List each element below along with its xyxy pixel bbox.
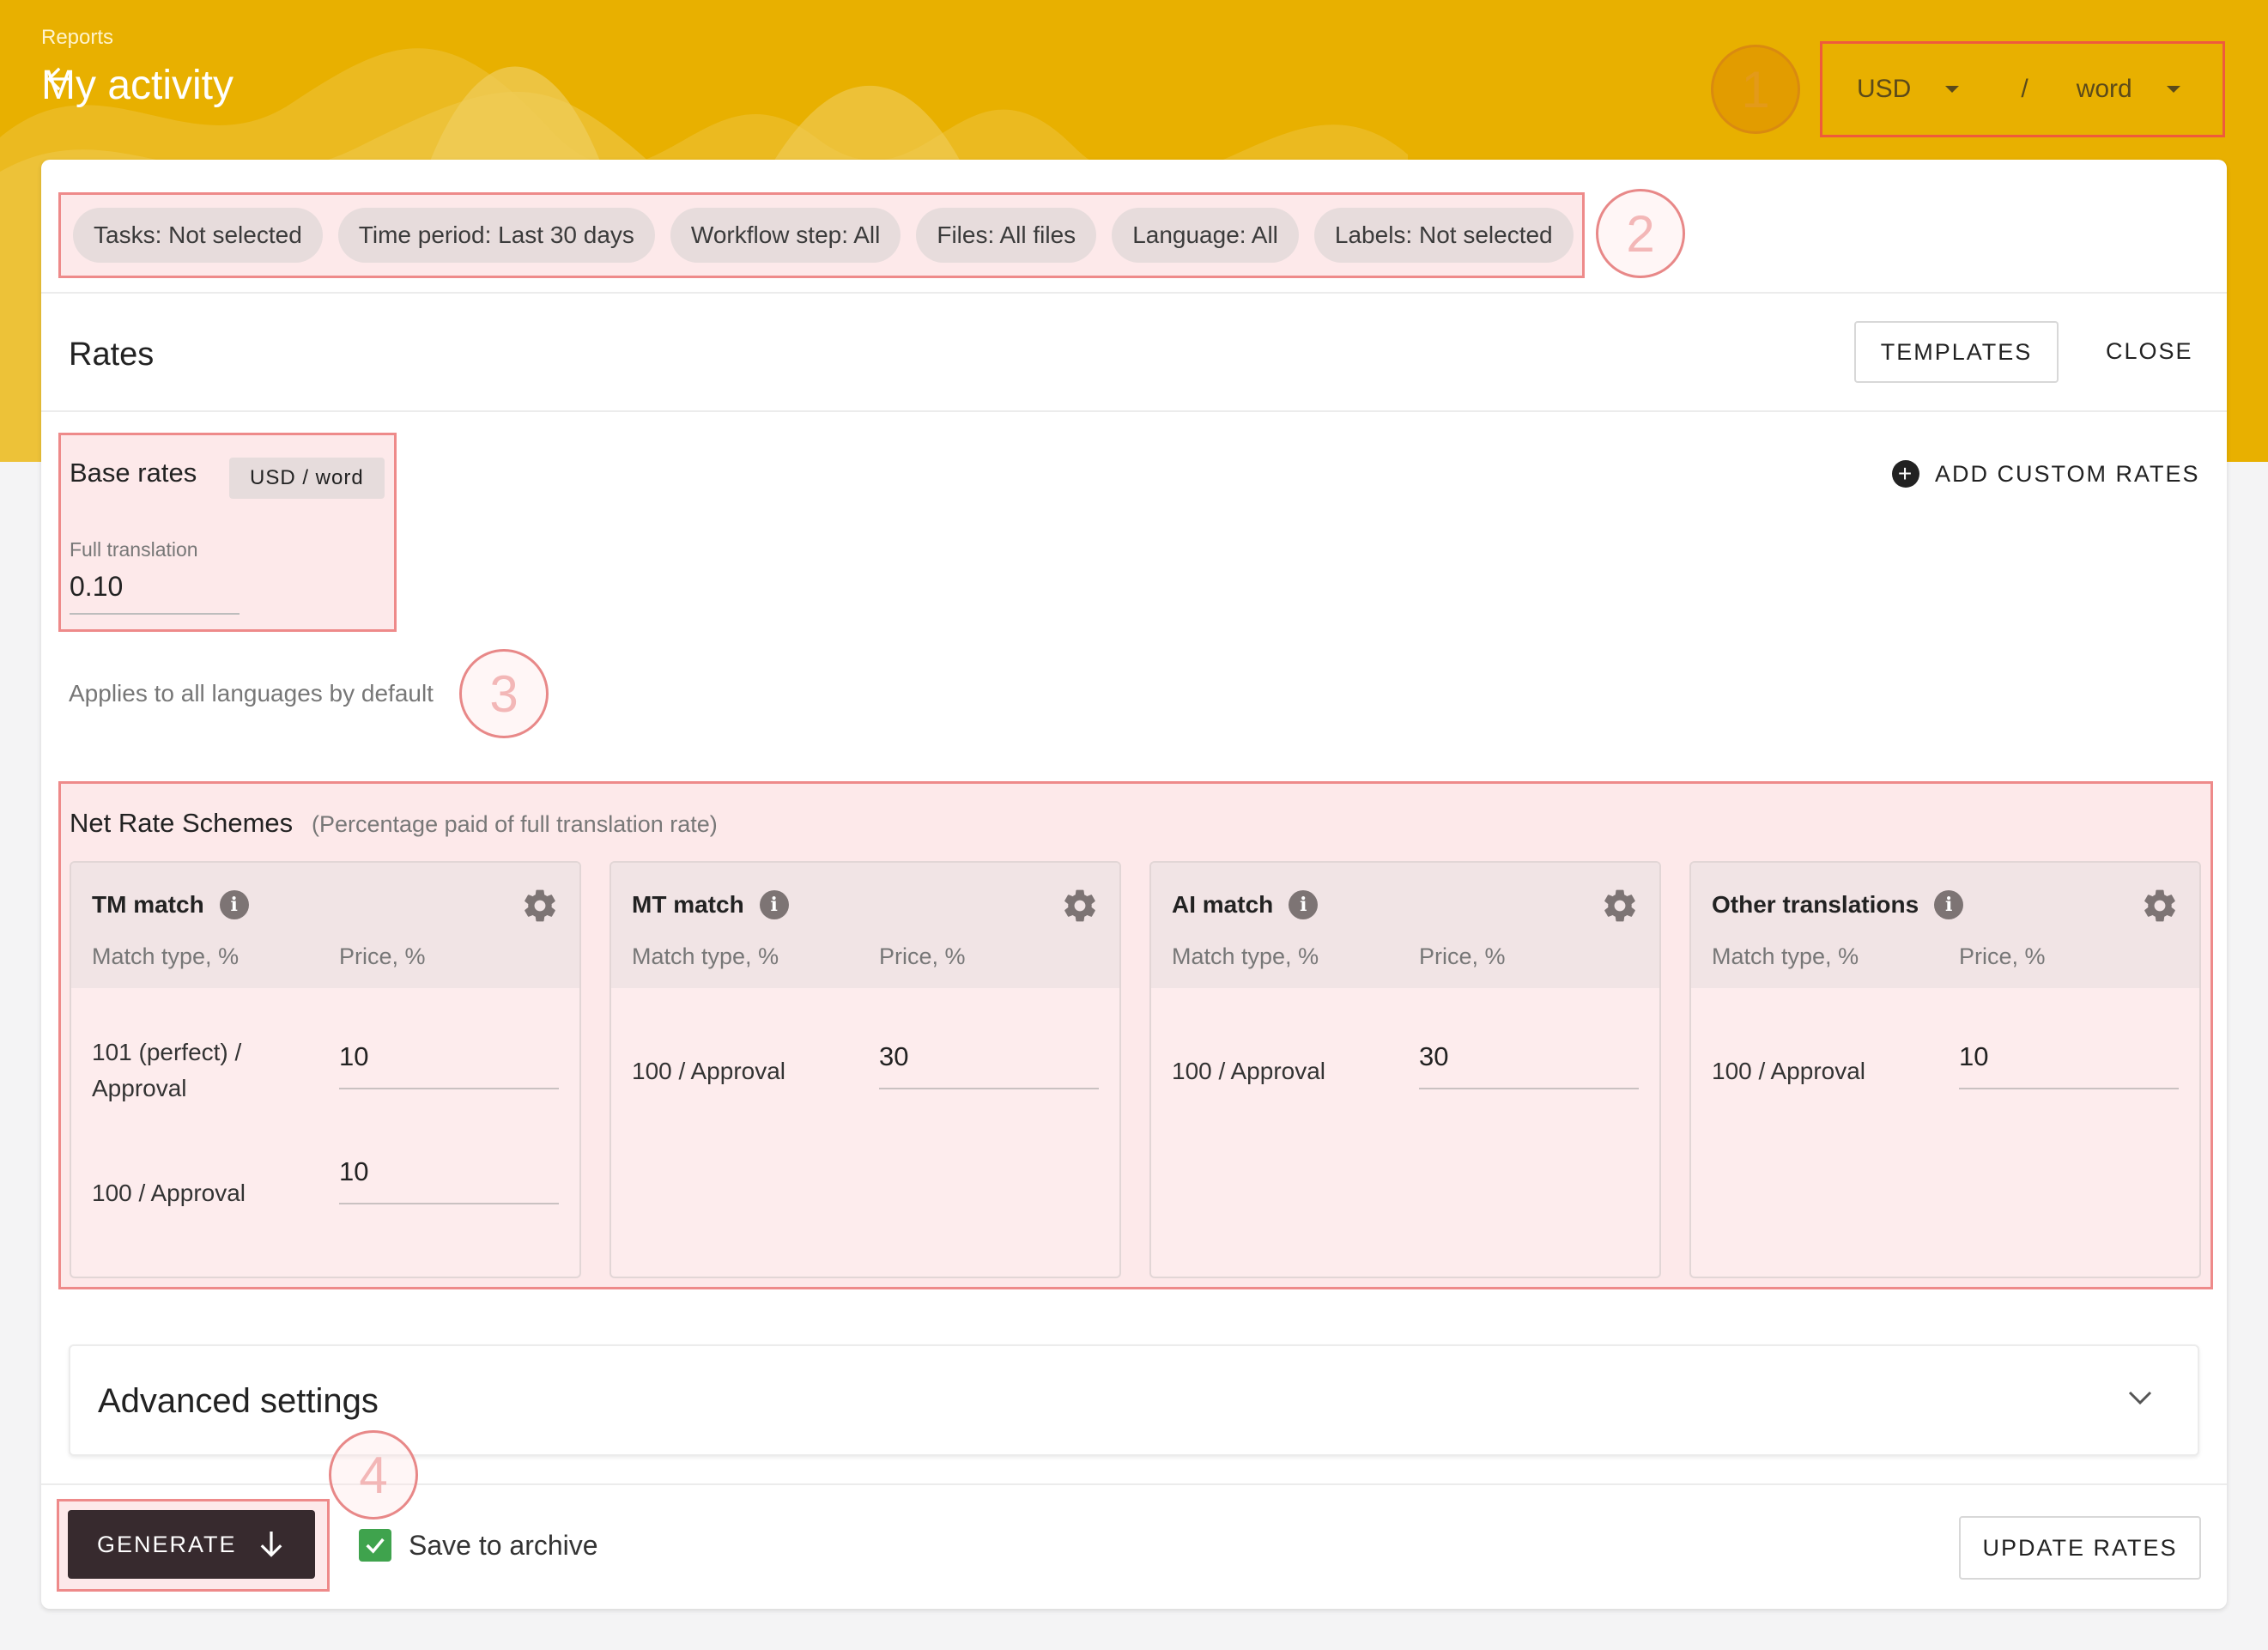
scheme-title: MT match i [632, 890, 789, 919]
currency-value: USD [1857, 75, 1912, 103]
save-to-archive-label: Save to archive [409, 1529, 598, 1561]
info-icon[interactable]: i [1934, 890, 1964, 919]
rates-title: Rates [69, 337, 155, 373]
base-rates-section: Base rates USD / word Full translation 0… [58, 433, 397, 632]
input-underline [339, 1088, 559, 1089]
generate-label: GENERATE [97, 1531, 237, 1557]
generate-highlight: GENERATE [57, 1499, 330, 1592]
price-header: Price, % [1959, 943, 2046, 969]
scheme-title-text: AI match [1172, 891, 1274, 918]
breadcrumb[interactable]: Reports [41, 26, 113, 50]
scheme-title: Other translations i [1712, 890, 1964, 919]
step-marker-3: 3 [459, 649, 549, 738]
page-title-row: My activity [41, 62, 233, 109]
price-input[interactable]: 10 [339, 1156, 368, 1187]
price-input[interactable]: 10 [1959, 1041, 1988, 1072]
scheme-card-ai-match: AI match i Match type, % Price, % 100 / … [1149, 861, 1661, 1278]
filter-chip-language[interactable]: Language: All [1112, 208, 1299, 263]
match-type-header: Match type, % [1172, 943, 1319, 969]
match-type-header: Match type, % [92, 943, 240, 969]
rates-card: Tasks: Not selected Time period: Last 30… [41, 160, 2227, 1609]
info-icon[interactable]: i [759, 890, 789, 919]
input-underline [879, 1088, 1099, 1089]
unit-value: word [2076, 75, 2132, 103]
step-marker-4: 4 [329, 1430, 418, 1520]
filter-chip-workflow-step[interactable]: Workflow step: All [670, 208, 901, 263]
divider [41, 292, 2227, 294]
scheme-title: TM match i [92, 890, 249, 919]
gear-icon[interactable] [1061, 887, 1099, 925]
currency-unit-selector: USD / word [1820, 41, 2225, 137]
filter-chips: Tasks: Not selected Time period: Last 30… [58, 192, 1585, 278]
applies-note: Applies to all languages by default [69, 680, 434, 707]
net-rate-schemes-subtitle: (Percentage paid of full translation rat… [312, 811, 718, 837]
filter-chip-labels[interactable]: Labels: Not selected [1313, 208, 1574, 263]
add-custom-rates-label: ADD CUSTOM RATES [1935, 460, 2200, 487]
match-type-header: Match type, % [632, 943, 779, 969]
caret-down-icon [2166, 86, 2180, 93]
input-underline [1419, 1088, 1639, 1089]
price-input[interactable]: 30 [879, 1041, 908, 1072]
step-marker-2: 2 [1596, 189, 1685, 278]
match-type-cell: 100 / Approval [1172, 1058, 1326, 1084]
unit-select[interactable]: word [2077, 75, 2180, 104]
filter-chip-tasks[interactable]: Tasks: Not selected [73, 208, 323, 263]
gear-icon[interactable] [521, 887, 559, 925]
update-rates-button[interactable]: UPDATE RATES [1959, 1516, 2201, 1580]
templates-button[interactable]: TEMPLATES [1854, 321, 2059, 383]
currency-select[interactable]: USD [1857, 75, 1960, 104]
price-input[interactable]: 10 [339, 1041, 368, 1072]
plus-circle-icon: + [1892, 460, 1919, 488]
scheme-card-tm-match: TM match i Match type, % Price, % 101 (p… [70, 861, 581, 1278]
divider [41, 410, 2227, 412]
generate-button[interactable]: GENERATE [68, 1510, 315, 1579]
base-rates-title: Base rates [70, 458, 197, 488]
gear-icon[interactable] [1601, 887, 1639, 925]
match-type-cell: 100 / Approval [1712, 1058, 1866, 1084]
advanced-settings-title: Advanced settings [98, 1382, 379, 1420]
input-underline [339, 1203, 559, 1204]
step-marker-1: 1 [1711, 45, 1800, 134]
caret-down-icon [1945, 86, 1960, 93]
input-underline [1959, 1088, 2179, 1089]
close-button[interactable]: CLOSE [2106, 338, 2193, 365]
full-translation-label: Full translation [70, 538, 198, 561]
info-icon[interactable]: i [1289, 890, 1319, 919]
scheme-title-text: Other translations [1712, 891, 1919, 918]
back-arrow-icon[interactable] [41, 62, 76, 96]
add-custom-rates-button[interactable]: + ADD CUSTOM RATES [1892, 460, 2200, 488]
filter-chip-time-period[interactable]: Time period: Last 30 days [337, 208, 655, 263]
price-header: Price, % [1419, 943, 1506, 969]
scheme-card-other-translations: Other translations i Match type, % Price… [1689, 861, 2201, 1278]
match-type-cell: 101 (perfect) / Approval [92, 1039, 242, 1101]
price-input[interactable]: 30 [1419, 1041, 1448, 1072]
save-to-archive-checkbox[interactable]: Save to archive [359, 1529, 598, 1562]
input-underline [70, 613, 240, 615]
price-header: Price, % [339, 943, 426, 969]
info-icon[interactable]: i [219, 890, 249, 919]
scheme-title-text: TM match [92, 891, 204, 918]
gear-icon[interactable] [2141, 887, 2179, 925]
checkbox-checked-icon[interactable] [359, 1529, 391, 1562]
base-rates-unit-badge: USD / word [229, 458, 385, 499]
filter-chip-files[interactable]: Files: All files [916, 208, 1097, 263]
price-header: Price, % [879, 943, 966, 969]
net-rate-schemes-section: Net Rate Schemes (Percentage paid of ful… [58, 781, 2213, 1289]
chevron-down-icon[interactable] [2127, 1389, 2153, 1406]
scheme-title-text: MT match [632, 891, 744, 918]
match-type-cell: 100 / Approval [632, 1058, 786, 1084]
arrow-down-icon [260, 1532, 282, 1557]
match-type-cell: 100 / Approval [92, 1180, 246, 1206]
separator: / [2021, 75, 2028, 103]
scheme-card-mt-match: MT match i Match type, % Price, % 100 / … [609, 861, 1121, 1278]
net-rate-schemes-title: Net Rate Schemes [70, 808, 294, 838]
scheme-title: AI match i [1172, 890, 1319, 919]
full-translation-input[interactable]: 0.10 [70, 571, 123, 603]
match-type-header: Match type, % [1712, 943, 1859, 969]
